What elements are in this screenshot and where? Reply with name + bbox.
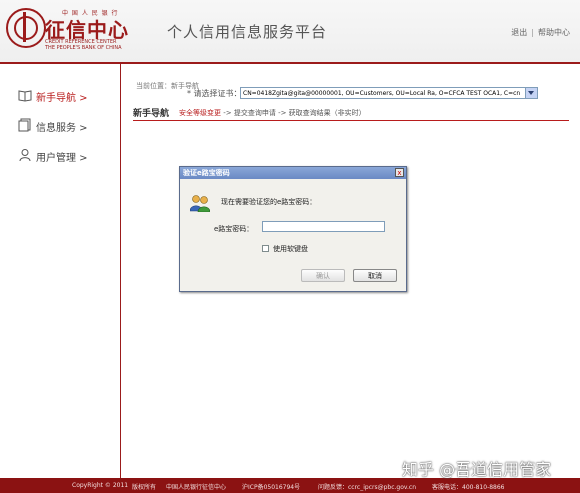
sidebar-item-user-management[interactable]: 用户管理 >: [18, 146, 118, 166]
document-icon: [18, 118, 31, 132]
link-separator: |: [531, 28, 534, 37]
password-label: e路宝密码：: [214, 225, 254, 233]
guide-tab-bar: 新手导航 安全等级变更 -> 提交查询申请 -> 获取查询结果（非实时）: [133, 100, 569, 121]
dialog-title: 验证e路宝密码: [183, 169, 230, 177]
sidebar-item-info-service[interactable]: 信息服务 >: [18, 116, 118, 136]
logout-link[interactable]: 退出: [511, 28, 527, 37]
watermark-text: 知乎 @吾道信用管家: [402, 460, 552, 479]
user-icon: [19, 149, 31, 162]
footer-org: 中国人民银行征信中心: [166, 484, 227, 491]
confirm-button[interactable]: 确认: [301, 269, 345, 282]
footer-rights: 版权所有: [132, 484, 157, 491]
sidebar-item-label: 新手导航 >: [36, 93, 88, 104]
footer: CopyRight © 2011 版权所有 中国人民银行征信中心 沪ICP备05…: [0, 478, 580, 493]
soft-keyboard-label: 使用软键盘: [273, 245, 308, 253]
certificate-select[interactable]: CN=0418Zgita@gita@00000001, OU=Customers…: [240, 87, 538, 99]
help-link[interactable]: 帮助中心: [538, 28, 570, 37]
header-links: 退出 | 帮助中心: [511, 27, 570, 38]
dialog-titlebar[interactable]: 验证e路宝密码 x: [180, 167, 406, 179]
password-input[interactable]: [262, 221, 385, 232]
book-icon: [18, 90, 32, 102]
password-dialog: 验证e路宝密码 x 现在需要验证您的e路宝密码： e路宝密码： 使用软键盘 确认…: [179, 166, 407, 292]
soft-keyboard-checkbox[interactable]: [262, 245, 269, 252]
users-icon: [190, 195, 210, 212]
sidebar: 新手导航 > 信息服务 > 用户管理 >: [0, 64, 121, 478]
certificate-selected-value: CN=0418Zgita@gita@00000001, OU=Customers…: [243, 90, 521, 97]
close-icon[interactable]: x: [395, 168, 404, 177]
chevron-down-icon[interactable]: [525, 88, 537, 98]
site-title: 个人信用信息服务平台: [167, 23, 328, 41]
dialog-message: 现在需要验证您的e路宝密码：: [221, 198, 317, 206]
certificate-label: * 请选择证书：: [187, 89, 242, 98]
current-step: 安全等级变更: [179, 109, 221, 117]
footer-copyright: CopyRight © 2011: [72, 482, 129, 489]
sidebar-item-beginner-guide[interactable]: 新手导航 >: [18, 86, 118, 106]
header: 中 国 人 民 银 行 征信中心 CREDIT REFERENCE CENTER…: [0, 0, 580, 64]
logo-seal: [6, 8, 46, 48]
section-title: 新手导航: [133, 109, 170, 119]
cancel-button[interactable]: 取消: [353, 269, 397, 282]
guide-steps: 安全等级变更 -> 提交查询申请 -> 获取查询结果（非实时）: [179, 108, 366, 118]
footer-icp: 沪ICP备05016794号: [242, 484, 301, 491]
logo-english-line2: THE PEOPLE'S BANK OF CHINA: [45, 45, 122, 51]
sidebar-item-label: 信息服务 >: [36, 123, 88, 134]
sidebar-item-label: 用户管理 >: [36, 153, 88, 164]
footer-feedback[interactable]: 问题反馈：ccrc_ipcrs@pbc.gov.cn: [318, 482, 416, 491]
remaining-steps: -> 提交查询申请 -> 获取查询结果（非实时）: [221, 109, 366, 117]
footer-hotline: 客服电话：400-810-8866: [432, 484, 505, 491]
